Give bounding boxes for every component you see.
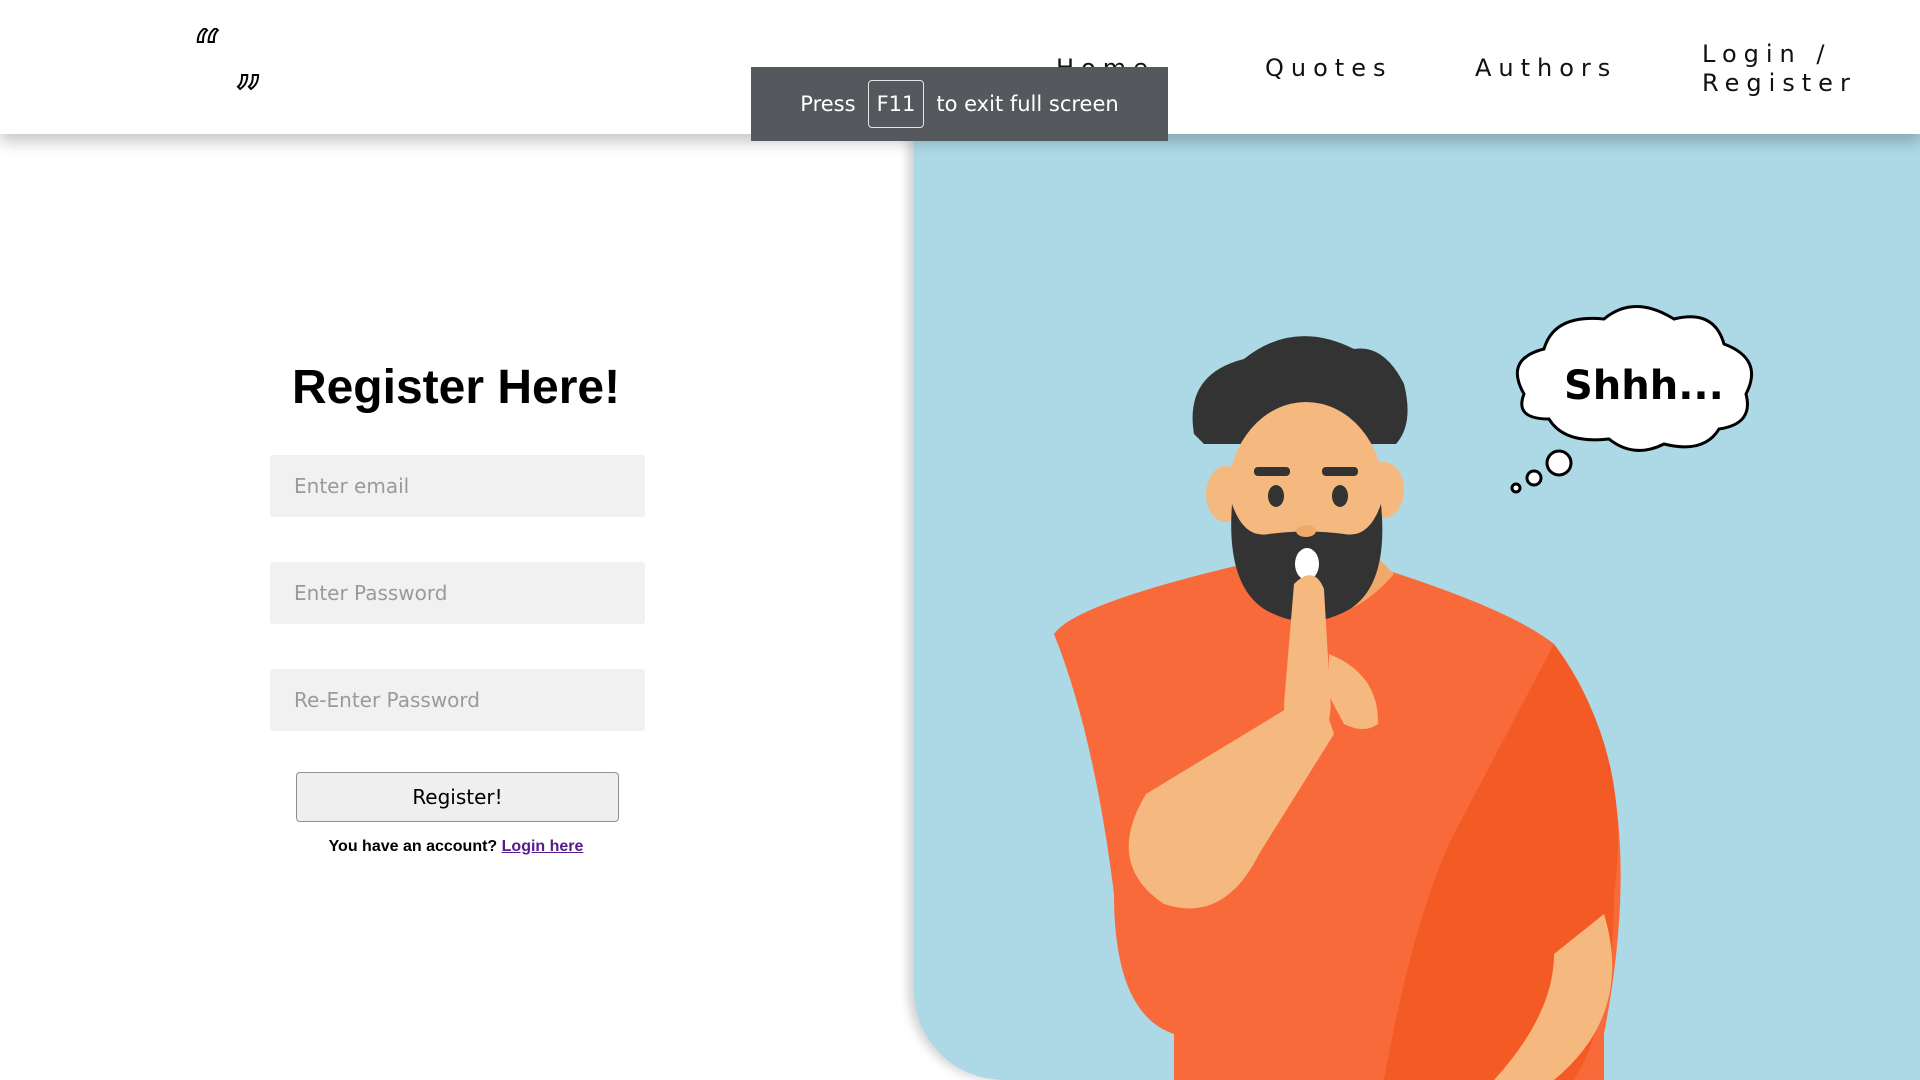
shushing-man-illustration: Shhh... [1054,305,1754,1080]
svg-text:“: “ [192,28,221,84]
illustration-panel: Shhh... [914,134,1920,1080]
nav-authors-link[interactable]: Authors [1475,54,1617,83]
email-input[interactable] [270,455,645,517]
register-button[interactable]: Register! [296,772,619,822]
login-here-link[interactable]: Login here [502,838,584,855]
password-input[interactable] [270,562,645,624]
reenter-password-input[interactable] [270,669,645,731]
register-title: Register Here! [291,361,621,414]
fullscreen-notice-prefix: Press [800,92,856,116]
quote-logo-icon[interactable]: “ ” [190,28,290,103]
fullscreen-notice-suffix: to exit full screen [936,92,1119,116]
fullscreen-exit-notice: Press F11 to exit full screen [751,67,1168,141]
nav-quotes-link[interactable]: Quotes [1265,54,1392,83]
svg-text:”: ” [234,65,263,103]
f11-key-badge: F11 [867,80,925,128]
nav-login-register-link[interactable]: Login / Register [1702,40,1902,98]
account-prompt: You have an account? Login here [256,838,656,856]
thought-bubble-text: Shhh... [1564,363,1724,409]
account-prompt-text: You have an account? [328,838,498,855]
